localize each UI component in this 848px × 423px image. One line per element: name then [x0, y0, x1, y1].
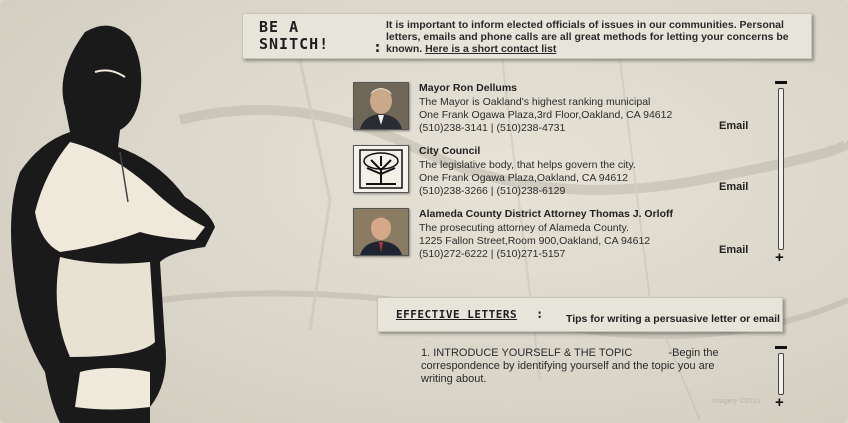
title-colon: : [373, 38, 383, 56]
tip-title: 1. INTRODUCE YOURSELF & THE TOPIC [421, 347, 633, 359]
contact-phone: (510)238-3266 | (510)238-6129 [419, 185, 566, 197]
imagery-credit: Imagery ©2010 [712, 398, 760, 405]
tips-scroll-down-button[interactable]: + [775, 395, 784, 410]
section-title: EFFECTIVE LETTERS [396, 308, 518, 321]
intro-text: It is important to inform elected offici… [386, 19, 789, 55]
scroll-down-button[interactable]: + [775, 250, 784, 265]
contact-description: The Mayor is Oakland's highest ranking m… [419, 96, 651, 108]
tip-item: 1. INTRODUCE YOURSELF & THE TOPIC -Begin… [421, 347, 731, 386]
section-colon: : [536, 307, 544, 321]
district-attorney-portrait-photo [353, 208, 409, 256]
contact-item-district-attorney: Alameda County District Attorney Thomas … [353, 208, 763, 260]
page: BE A SNITCH! : It is important to inform… [0, 0, 848, 423]
email-link[interactable]: Email [719, 181, 748, 193]
email-link[interactable]: Email [719, 120, 748, 132]
contact-item-city-council: City Council The legislative body, that … [353, 145, 763, 197]
contact-item-mayor: Mayor Ron Dellums The Mayor is Oakland's… [353, 82, 763, 134]
contact-list-link[interactable]: Here is a short contact list [425, 43, 556, 55]
scroll-up-button[interactable] [775, 81, 787, 84]
contact-name: Mayor Ron Dellums [419, 82, 518, 94]
contact-address: One Frank Ogawa Plaza,Oakland, CA 94612 [419, 172, 628, 184]
tips-scroll-up-button[interactable] [775, 346, 787, 349]
contacts-scrollbar[interactable] [778, 88, 784, 250]
effective-letters-banner: EFFECTIVE LETTERS : Tips for writing a p… [377, 297, 783, 332]
contact-name: Alameda County District Attorney Thomas … [419, 208, 673, 220]
email-link[interactable]: Email [719, 244, 748, 256]
oak-tree-logo-icon [353, 145, 409, 193]
mayor-portrait-photo [353, 82, 409, 130]
page-title: BE A SNITCH! [259, 18, 330, 53]
contact-name: City Council [419, 145, 481, 157]
tips-scrollbar[interactable] [778, 353, 784, 395]
section-subtitle: Tips for writing a persuasive letter or … [566, 313, 780, 325]
contact-description: The legislative body, that helps govern … [419, 159, 636, 171]
header-banner: BE A SNITCH! : It is important to inform… [242, 13, 812, 59]
contact-address: One Frank Ogawa Plaza,3rd Floor,Oakland,… [419, 109, 673, 121]
person-illustration [11, 25, 215, 423]
contact-phone: (510)272-6222 | (510)271-5157 [419, 248, 566, 260]
contact-address: 1225 Fallon Street,Room 900,Oakland, CA … [419, 235, 651, 247]
contact-description: The prosecuting attorney of Alameda Coun… [419, 222, 629, 234]
contact-phone: (510)238-3141 | (510)238-4731 [419, 122, 566, 134]
